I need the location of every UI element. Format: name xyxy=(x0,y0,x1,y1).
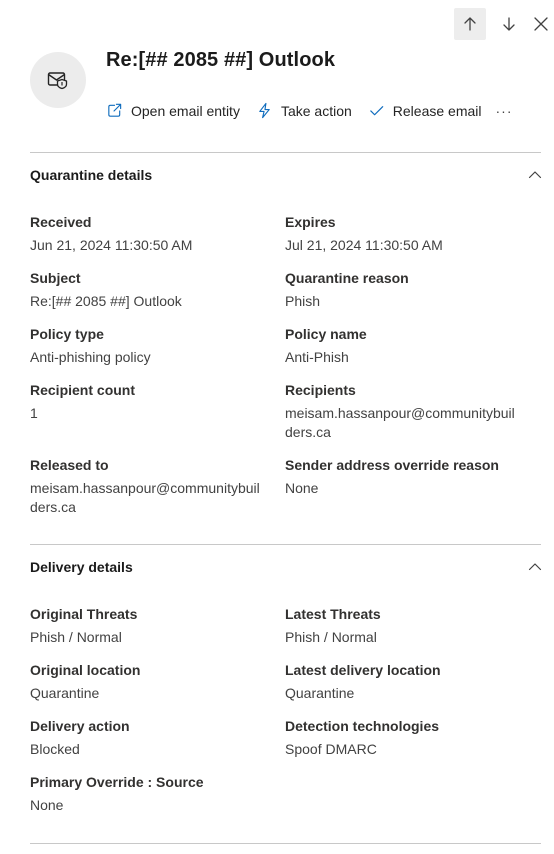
field-value: None xyxy=(30,797,64,813)
field-value: 1 xyxy=(30,405,38,421)
field-label: Policy name xyxy=(285,326,367,342)
more-icon: ··· xyxy=(495,102,513,119)
quarantine-details-section: Quarantine details Received Jun 21, 2024… xyxy=(30,152,543,531)
field-delivery-action: Delivery action Blocked xyxy=(30,717,285,759)
open-email-entity-button[interactable]: Open email entity xyxy=(106,102,240,119)
field-value: meisam.hassanpour@communitybuilders.ca xyxy=(30,480,260,515)
field-label: Subject xyxy=(30,270,81,286)
field-label: Original Threats xyxy=(30,606,138,622)
delivery-fields: Original Threats Phish / Normal Latest T… xyxy=(30,605,541,829)
field-value: Jun 21, 2024 11:30:50 AM xyxy=(30,237,193,253)
field-expires: Expires Jul 21, 2024 11:30:50 AM xyxy=(285,213,541,255)
field-label: Policy type xyxy=(30,326,104,342)
field-label: Released to xyxy=(30,457,109,473)
field-label: Primary Override : Source xyxy=(30,774,204,790)
previous-item-button[interactable] xyxy=(454,8,486,40)
quarantine-details-header[interactable]: Quarantine details xyxy=(30,153,543,197)
arrow-up-icon xyxy=(464,17,476,31)
field-value: Blocked xyxy=(30,741,80,757)
field-label: Recipients xyxy=(285,382,356,398)
email-shield-icon xyxy=(47,72,68,90)
open-email-entity-label: Open email entity xyxy=(131,102,240,119)
field-value: None xyxy=(285,480,319,496)
field-label: Original location xyxy=(30,662,141,678)
lightning-icon xyxy=(259,102,270,119)
field-latest-threats: Latest Threats Phish / Normal xyxy=(285,605,541,647)
open-external-icon xyxy=(108,103,122,117)
field-label: Delivery action xyxy=(30,718,130,734)
page-title: Re:[## 2085 ##] Outlook xyxy=(106,49,336,71)
section-title: Delivery details xyxy=(30,559,133,575)
field-label: Latest delivery location xyxy=(285,662,441,678)
field-policy-type: Policy type Anti-phishing policy xyxy=(30,325,285,367)
field-value: Quarantine xyxy=(30,685,100,701)
release-email-label: Release email xyxy=(392,102,482,119)
field-original-location: Original location Quarantine xyxy=(30,661,285,703)
field-label: Quarantine reason xyxy=(285,270,409,286)
field-label: Recipient count xyxy=(30,382,136,398)
panel-navigation xyxy=(447,7,554,41)
next-item-button[interactable] xyxy=(493,8,525,40)
field-original-threats: Original Threats Phish / Normal xyxy=(30,605,285,647)
checkmark-icon xyxy=(370,106,384,116)
field-recipients: Recipients meisam.hassanpour@communitybu… xyxy=(285,381,541,442)
field-sender-override-reason: Sender address override reason None xyxy=(285,456,541,517)
field-recipient-count: Recipient count 1 xyxy=(30,381,285,442)
chevron-up-icon[interactable] xyxy=(527,559,543,575)
field-value: Phish xyxy=(285,293,321,309)
section-title: Quarantine details xyxy=(30,167,153,183)
field-primary-override-source: Primary Override : Source None xyxy=(30,773,285,815)
section-divider xyxy=(30,843,541,844)
field-detection-technologies: Detection technologies Spoof DMARC xyxy=(285,717,541,759)
field-value: Phish / Normal xyxy=(30,629,122,645)
field-label: Sender address override reason xyxy=(285,457,499,473)
field-label: Expires xyxy=(285,214,336,230)
take-action-label: Take action xyxy=(280,102,352,119)
arrow-down-icon xyxy=(503,17,515,31)
delivery-details-section: Delivery details Original Threats Phish … xyxy=(30,544,543,829)
field-value: Quarantine xyxy=(285,685,355,701)
field-value: Anti-Phish xyxy=(285,349,349,365)
field-value: meisam.hassanpour@communitybuilders.ca xyxy=(285,405,515,440)
field-value: Phish / Normal xyxy=(285,629,377,645)
field-label: Detection technologies xyxy=(285,718,440,734)
chevron-up-icon[interactable] xyxy=(527,167,543,183)
action-toolbar: Open email entity Take action Release em… xyxy=(106,102,513,119)
field-quarantine-reason: Quarantine reason Phish xyxy=(285,269,541,311)
field-label: Latest Threats xyxy=(285,606,381,622)
field-label: Received xyxy=(30,214,92,230)
delivery-details-header[interactable]: Delivery details xyxy=(30,545,543,589)
field-subject: Subject Re:[## 2085 ##] Outlook xyxy=(30,269,285,311)
field-value: Anti-phishing policy xyxy=(30,349,151,365)
close-button[interactable] xyxy=(532,8,554,40)
field-released-to: Released to meisam.hassanpour@communityb… xyxy=(30,456,285,517)
field-policy-name: Policy name Anti-Phish xyxy=(285,325,541,367)
close-icon xyxy=(534,17,548,31)
field-latest-delivery-location: Latest delivery location Quarantine xyxy=(285,661,541,703)
quarantine-fields: Received Jun 21, 2024 11:30:50 AM Expire… xyxy=(30,213,541,531)
field-value: Jul 21, 2024 11:30:50 AM xyxy=(285,237,443,253)
avatar xyxy=(30,52,86,108)
field-value: Spoof DMARC xyxy=(285,741,377,757)
field-value: Re:[## 2085 ##] Outlook xyxy=(30,293,182,309)
release-email-button[interactable]: Release email xyxy=(368,102,482,119)
field-received: Received Jun 21, 2024 11:30:50 AM xyxy=(30,213,285,255)
take-action-button[interactable]: Take action xyxy=(256,102,352,119)
more-actions-button[interactable]: ··· xyxy=(496,103,513,119)
